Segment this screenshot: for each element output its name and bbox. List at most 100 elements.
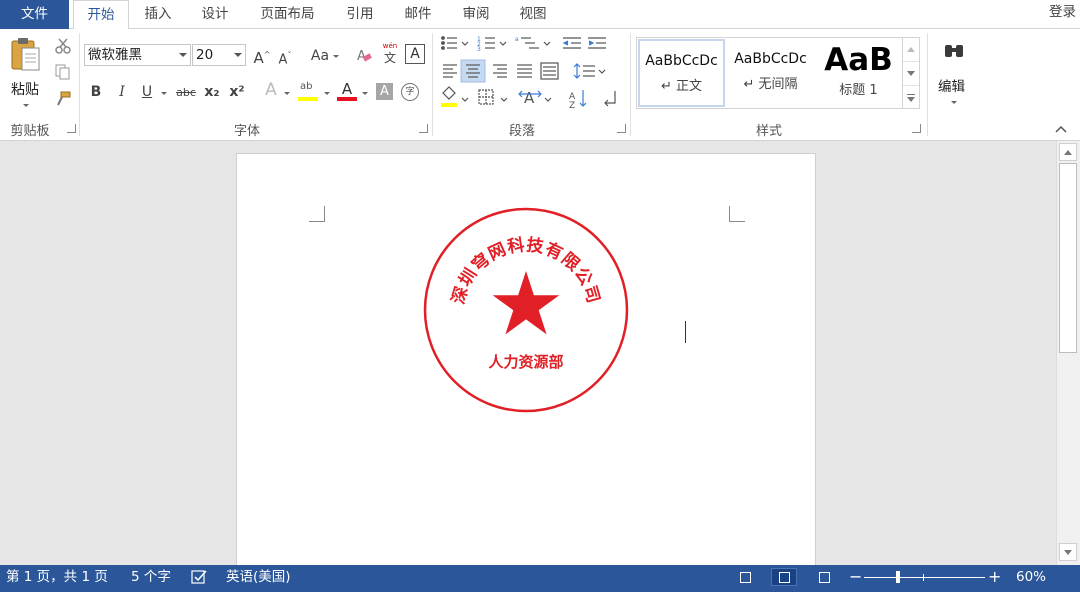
cut-icon[interactable] [54, 37, 72, 55]
margin-corner-top-left [309, 206, 325, 222]
scroll-up-button[interactable] [1059, 143, 1077, 161]
font-name-combo[interactable]: 微软雅黑 [84, 44, 191, 66]
line-spacing-button[interactable] [572, 60, 608, 82]
font-color-button[interactable]: A [336, 81, 358, 103]
scroll-down-button[interactable] [1059, 543, 1077, 561]
editing-button[interactable]: 编辑 [934, 33, 974, 113]
clear-formatting-icon[interactable]: A [355, 46, 373, 64]
tab-home[interactable]: 开始 [73, 0, 129, 30]
shading-button[interactable] [439, 87, 471, 111]
change-case-dropdown-icon[interactable] [333, 55, 339, 58]
character-shading-glyph: A [380, 84, 389, 99]
web-layout-button[interactable] [811, 568, 837, 586]
document-page[interactable]: 深圳穹网科技有限公司 人力资源部 [236, 153, 816, 565]
enclose-characters-button[interactable]: 字 [401, 83, 419, 101]
chinese-layout-button[interactable] [518, 87, 554, 111]
ribbon-home: 粘贴 剪贴板 微软雅黑 20 A^ Aˇ Aa A wén 文 A B I U … [0, 29, 1080, 141]
format-painter-icon[interactable] [54, 90, 72, 108]
seal-department-text: 人力资源部 [488, 353, 563, 371]
align-right-button[interactable] [489, 60, 511, 82]
decrease-indent-button[interactable] [561, 34, 583, 56]
styles-more-button[interactable] [903, 86, 919, 110]
character-border-button[interactable]: A [405, 44, 425, 64]
tab-design[interactable]: 设计 [190, 0, 240, 29]
zoom-slider-thumb[interactable] [896, 571, 900, 583]
underline-dropdown-icon[interactable] [161, 92, 167, 95]
style-heading-1[interactable]: AaB 标题 1 [815, 39, 902, 107]
tab-file[interactable]: 文件 [0, 0, 69, 29]
italic-button[interactable]: I [114, 83, 130, 101]
vertical-scrollbar[interactable] [1056, 141, 1080, 565]
group-separator [927, 33, 928, 136]
login-link[interactable]: 登录 [1049, 0, 1076, 24]
tab-page-layout[interactable]: 页面布局 [250, 0, 325, 29]
phonetic-guide-button[interactable]: wén 文 [380, 42, 400, 66]
subscript-button[interactable]: x₂ [203, 83, 221, 101]
font-name-dropdown-icon [179, 53, 187, 57]
highlight-dropdown-icon[interactable] [324, 92, 330, 95]
font-size-combo[interactable]: 20 [192, 44, 246, 66]
tab-insert[interactable]: 插入 [133, 0, 183, 29]
bullets-button[interactable] [439, 34, 471, 56]
distributed-button[interactable] [539, 60, 563, 82]
strikethrough-button[interactable]: abc [175, 84, 197, 102]
print-layout-button[interactable] [771, 568, 797, 586]
binoculars-icon [945, 45, 963, 57]
collapse-ribbon-icon[interactable] [1054, 124, 1068, 134]
zoom-out-button[interactable]: − [849, 565, 862, 589]
company-seal[interactable]: 深圳穹网科技有限公司 人力资源部 [423, 207, 629, 417]
shrink-font-icon[interactable]: Aˇ [276, 47, 294, 69]
highlight-button[interactable]: ab [297, 81, 319, 103]
paragraph-launcher-icon[interactable] [617, 124, 626, 133]
text-effects-dropdown-icon[interactable] [284, 92, 290, 95]
style-heading-1-sample: AaB [824, 42, 893, 78]
zoom-level[interactable]: 60% [1016, 565, 1046, 589]
phonetic-guide-top: wén [382, 42, 398, 50]
multilevel-list-button[interactable] [513, 34, 553, 56]
paste-button[interactable]: 粘贴 [6, 33, 46, 113]
character-shading-button[interactable]: A [376, 83, 393, 100]
font-size-dropdown-icon [234, 53, 242, 57]
clipboard-launcher-icon[interactable] [67, 124, 76, 133]
style-normal[interactable]: AaBbCcDc ↵ 正文 [638, 39, 725, 107]
styles-scroll-up-button[interactable] [903, 38, 919, 62]
page-count[interactable]: 第 1 页，共 1 页 [6, 565, 108, 589]
justify-button[interactable] [514, 60, 536, 82]
scroll-thumb[interactable] [1059, 163, 1077, 353]
proofing-icon[interactable] [190, 569, 210, 585]
copy-icon[interactable] [54, 63, 72, 81]
grow-font-icon[interactable]: A^ [253, 46, 271, 67]
tab-view[interactable]: 视图 [508, 0, 558, 29]
show-marks-button[interactable] [600, 87, 622, 111]
underline-button[interactable]: U [139, 83, 155, 101]
scroll-up-icon [1064, 150, 1072, 155]
read-mode-button[interactable] [732, 568, 758, 586]
styles-scroll-down-button[interactable] [903, 62, 919, 86]
tab-review[interactable]: 审阅 [451, 0, 501, 29]
zoom-slider[interactable] [864, 577, 985, 578]
bold-button[interactable]: B [88, 83, 104, 101]
font-color-dropdown-icon[interactable] [362, 92, 368, 95]
language[interactable]: 英语(美国) [226, 565, 291, 589]
seal-star-icon [492, 271, 560, 335]
style-no-spacing[interactable]: AaBbCcDc ↵ 无间隔 [727, 39, 814, 107]
increase-indent-button[interactable] [586, 34, 608, 56]
tab-mailings[interactable]: 邮件 [393, 0, 443, 29]
sort-button[interactable] [566, 87, 590, 111]
style-normal-label: 正文 [676, 79, 703, 94]
document-canvas: 深圳穹网科技有限公司 人力资源部 [0, 141, 1056, 565]
superscript-button[interactable]: x² [228, 83, 246, 101]
text-effects-button[interactable]: A [262, 81, 280, 99]
align-left-button[interactable] [439, 60, 461, 82]
styles-launcher-icon[interactable] [912, 124, 921, 133]
numbering-button[interactable] [474, 34, 510, 56]
font-launcher-icon[interactable] [419, 124, 428, 133]
style-no-spacing-sample: AaBbCcDc [734, 51, 807, 67]
change-case-icon[interactable]: Aa [309, 47, 331, 65]
align-center-button[interactable] [462, 60, 486, 82]
borders-button[interactable] [476, 87, 510, 111]
tab-references[interactable]: 引用 [335, 0, 385, 29]
word-count[interactable]: 5 个字 [131, 565, 171, 589]
font-name-value: 微软雅黑 [88, 47, 142, 63]
zoom-in-button[interactable]: + [988, 565, 1001, 589]
